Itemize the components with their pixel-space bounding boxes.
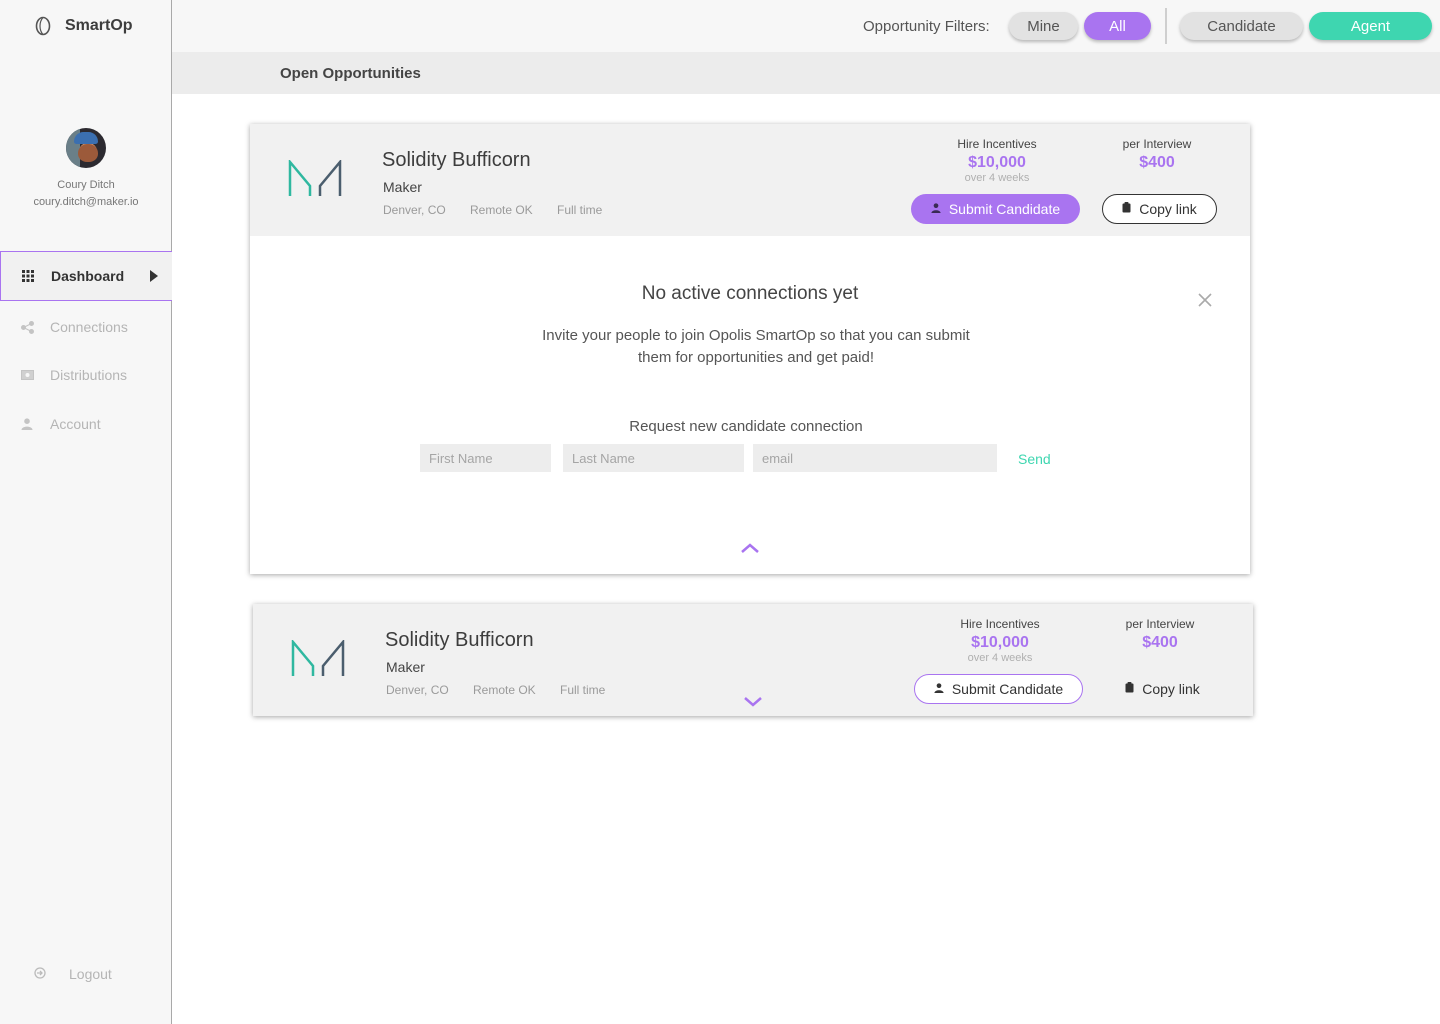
submit-candidate-label: Submit Candidate — [951, 681, 1064, 697]
per-interview-value: $400 — [1139, 154, 1175, 171]
avatar-face — [78, 144, 98, 162]
submit-candidate-button[interactable]: Submit Candidate — [911, 194, 1080, 224]
last-name-field[interactable] — [563, 444, 744, 472]
clipboard-icon — [1122, 202, 1131, 216]
copy-link-label: Copy link — [1142, 681, 1200, 697]
copy-link-button[interactable]: Copy link — [1102, 194, 1217, 224]
job-location: Denver, CO — [383, 203, 446, 217]
sidebar-item-connections[interactable]: Connections — [0, 302, 172, 352]
hire-incentives-period: over 4 weeks — [964, 172, 1030, 184]
send-button[interactable]: Send — [1018, 451, 1051, 467]
per-interview-label: per Interview — [1122, 137, 1192, 151]
copy-link-label: Copy link — [1139, 201, 1197, 217]
clipboard-icon — [1125, 682, 1134, 696]
person-icon — [20, 417, 34, 431]
hire-incentives-label: Hire Incentives — [957, 137, 1037, 151]
maker-logo-icon — [288, 160, 342, 196]
section-header: Open Opportunities — [172, 52, 1440, 94]
sidebar-item-label: Account — [50, 416, 101, 432]
job-remote: Remote OK — [470, 203, 533, 217]
sidebar-item-label: Distributions — [50, 367, 128, 383]
caret-right-icon — [150, 270, 158, 282]
hire-incentives-value: $10,000 — [971, 634, 1029, 651]
chevron-up-icon[interactable] — [740, 542, 760, 554]
email-field[interactable] — [753, 444, 997, 472]
person-icon — [931, 202, 941, 216]
filter-mine-button[interactable]: Mine — [1009, 12, 1078, 40]
empty-connections-title: No active connections yet — [641, 283, 859, 304]
logout-label: Logout — [69, 966, 112, 982]
sidebar: SmartOp Coury Ditch coury.ditch@maker.io… — [0, 0, 172, 1024]
opportunity-card-header[interactable]: Solidity Bufficorn Maker Denver, CO Remo… — [250, 124, 1250, 236]
money-icon — [20, 368, 34, 382]
submit-candidate-label: Submit Candidate — [948, 201, 1061, 217]
logout-button[interactable]: Logout — [34, 966, 112, 982]
first-name-field[interactable] — [420, 444, 551, 472]
chevron-down-icon[interactable] — [743, 696, 763, 708]
page-title: Open Opportunities — [280, 65, 421, 82]
sidebar-item-dashboard[interactable]: Dashboard — [0, 251, 172, 301]
sidebar-item-label: Connections — [50, 319, 128, 335]
user-email: coury.ditch@maker.io — [33, 196, 139, 208]
filter-all-button[interactable]: All — [1084, 12, 1151, 40]
per-interview-label: per Interview — [1125, 617, 1195, 631]
share-icon — [20, 320, 34, 334]
user-name: Coury Ditch — [57, 179, 115, 191]
person-icon — [934, 682, 944, 696]
role-candidate-button[interactable]: Candidate — [1180, 12, 1303, 40]
job-title: Solidity Bufficorn — [382, 149, 531, 171]
opolis-logo-icon — [35, 16, 51, 36]
per-interview-value: $400 — [1142, 634, 1178, 651]
app-name: SmartOp — [65, 17, 133, 34]
job-type: Full time — [560, 683, 606, 697]
close-icon[interactable] — [1198, 290, 1212, 313]
copy-link-button[interactable]: Copy link — [1105, 674, 1220, 704]
sidebar-item-account[interactable]: Account — [0, 399, 172, 449]
job-remote: Remote OK — [473, 683, 536, 697]
filters-label: Opportunity Filters: — [863, 18, 990, 35]
filter-divider — [1165, 8, 1167, 44]
hire-incentives-value: $10,000 — [968, 154, 1026, 171]
avatar-cap — [74, 132, 98, 144]
hire-incentives-period: over 4 weeks — [967, 652, 1033, 664]
sidebar-item-label: Dashboard — [51, 268, 125, 284]
logout-icon — [34, 966, 48, 982]
company-name: Maker — [386, 659, 425, 675]
job-location: Denver, CO — [386, 683, 449, 697]
maker-logo-icon — [291, 640, 345, 676]
grid-icon — [21, 269, 35, 283]
avatar[interactable] — [66, 128, 106, 168]
hire-incentives-label: Hire Incentives — [960, 617, 1040, 631]
sidebar-item-distributions[interactable]: Distributions — [0, 350, 172, 400]
empty-connections-description: Invite your people to join Opolis SmartO… — [542, 327, 970, 366]
job-title: Solidity Bufficorn — [385, 629, 534, 651]
company-name: Maker — [383, 179, 422, 195]
opportunity-card[interactable]: Solidity Bufficorn Maker Denver, CO Remo… — [253, 604, 1253, 716]
brand[interactable]: SmartOp — [34, 16, 133, 36]
submit-candidate-button[interactable]: Submit Candidate — [914, 674, 1083, 704]
top-bar: Opportunity Filters: Mine All Candidate … — [172, 0, 1440, 52]
request-connection-title: Request new candidate connection — [629, 418, 863, 435]
opportunity-card: Solidity Bufficorn Maker Denver, CO Remo… — [250, 124, 1250, 574]
job-type: Full time — [557, 203, 603, 217]
role-agent-button[interactable]: Agent — [1309, 12, 1432, 40]
